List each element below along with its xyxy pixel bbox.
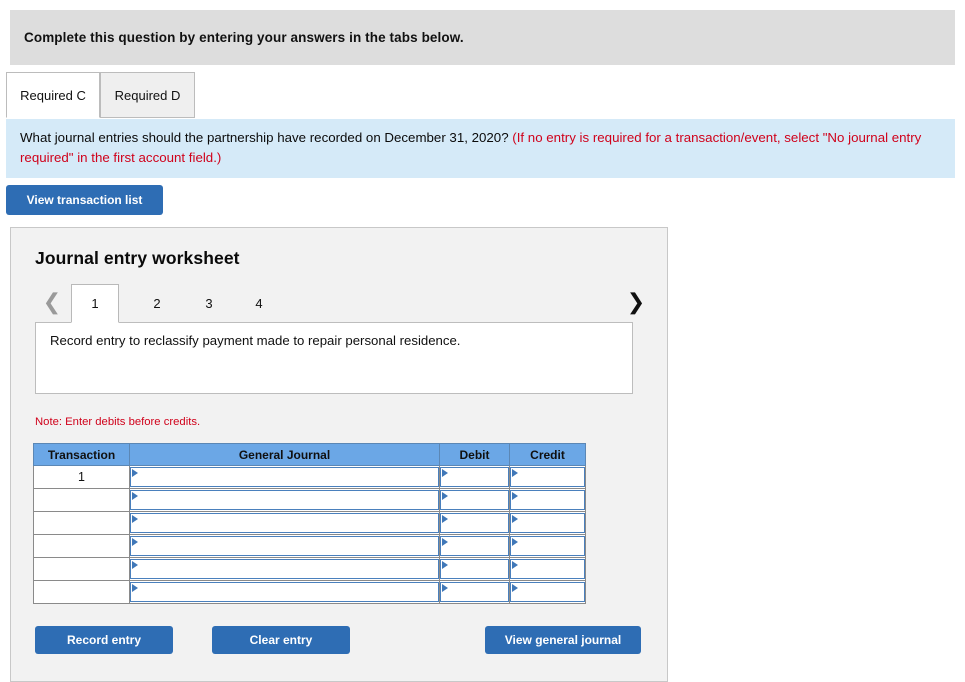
entry-description-text: Record entry to reclassify payment made … bbox=[50, 333, 461, 348]
tab-required-d-label: Required D bbox=[114, 87, 181, 103]
transaction-number-cell: 1 bbox=[33, 465, 130, 489]
worksheet-pager: ❮ 1 2 3 4 ❯ bbox=[11, 284, 667, 323]
account-select-input[interactable] bbox=[130, 582, 439, 602]
table-row: 1 bbox=[33, 465, 586, 489]
transaction-number-cell bbox=[33, 488, 130, 512]
question-panel: What journal entries should the partners… bbox=[6, 119, 955, 178]
debit-input[interactable] bbox=[440, 467, 509, 487]
journal-entry-worksheet-panel: Journal entry worksheet ❮ 1 2 3 4 ❯ Reco… bbox=[10, 227, 668, 682]
column-header-credit: Credit bbox=[509, 443, 586, 466]
debit-cell bbox=[439, 557, 510, 581]
clear-entry-button[interactable]: Clear entry bbox=[212, 626, 350, 654]
debit-input[interactable] bbox=[440, 536, 509, 556]
column-header-transaction: Transaction bbox=[33, 443, 130, 466]
table-row bbox=[33, 511, 586, 535]
account-select-input[interactable] bbox=[130, 490, 439, 510]
account-select-input[interactable] bbox=[130, 536, 439, 556]
debits-before-credits-note: Note: Enter debits before credits. bbox=[35, 416, 201, 428]
table-row bbox=[33, 557, 586, 581]
credit-cell bbox=[509, 534, 586, 558]
debit-cell bbox=[439, 465, 510, 489]
record-entry-button[interactable]: Record entry bbox=[35, 626, 173, 654]
credit-input[interactable] bbox=[510, 582, 585, 602]
debit-input[interactable] bbox=[440, 582, 509, 602]
worksheet-page-2-label: 2 bbox=[153, 295, 161, 311]
general-journal-cell bbox=[129, 511, 440, 535]
debit-cell bbox=[439, 534, 510, 558]
debit-input[interactable] bbox=[440, 559, 509, 579]
debit-input[interactable] bbox=[440, 490, 509, 510]
credit-input[interactable] bbox=[510, 490, 585, 510]
account-select-input[interactable] bbox=[130, 513, 439, 533]
worksheet-page-3[interactable]: 3 bbox=[185, 284, 233, 322]
credit-cell bbox=[509, 488, 586, 512]
worksheet-page-4-label: 4 bbox=[255, 295, 263, 311]
worksheet-page-3-label: 3 bbox=[205, 295, 213, 311]
credit-cell bbox=[509, 557, 586, 581]
debit-cell bbox=[439, 580, 510, 604]
transaction-number-cell bbox=[33, 557, 130, 581]
question-prompt: What journal entries should the partners… bbox=[20, 130, 513, 145]
worksheet-page-1-label: 1 bbox=[91, 296, 99, 311]
general-journal-cell bbox=[129, 557, 440, 581]
debit-cell bbox=[439, 511, 510, 535]
transaction-number-cell bbox=[33, 511, 130, 535]
chevron-right-icon[interactable]: ❯ bbox=[623, 288, 649, 318]
column-header-debit: Debit bbox=[439, 443, 510, 466]
credit-input[interactable] bbox=[510, 559, 585, 579]
view-transaction-list-button[interactable]: View transaction list bbox=[6, 185, 163, 215]
general-journal-cell bbox=[129, 465, 440, 489]
debit-input[interactable] bbox=[440, 513, 509, 533]
account-select-input[interactable] bbox=[130, 559, 439, 579]
requirement-tabs: Required C Required D bbox=[0, 72, 965, 120]
debit-cell bbox=[439, 488, 510, 512]
tab-required-d[interactable]: Required D bbox=[100, 72, 195, 118]
credit-cell bbox=[509, 511, 586, 535]
general-journal-table: Transaction General Journal Debit Credit… bbox=[33, 443, 586, 604]
view-general-journal-button[interactable]: View general journal bbox=[485, 626, 641, 654]
worksheet-page-4[interactable]: 4 bbox=[235, 284, 283, 322]
table-header-row: Transaction General Journal Debit Credit bbox=[33, 443, 586, 466]
table-row bbox=[33, 534, 586, 558]
credit-cell bbox=[509, 465, 586, 489]
account-select-input[interactable] bbox=[130, 467, 439, 487]
question-text: What journal entries should the partners… bbox=[20, 128, 941, 168]
credit-input[interactable] bbox=[510, 513, 585, 533]
table-row bbox=[33, 580, 586, 604]
worksheet-page-1[interactable]: 1 bbox=[71, 284, 119, 323]
worksheet-title: Journal entry worksheet bbox=[35, 248, 240, 268]
instruction-banner: Complete this question by entering your … bbox=[10, 10, 955, 65]
credit-cell bbox=[509, 580, 586, 604]
tab-required-c-label: Required C bbox=[20, 87, 86, 103]
general-journal-cell bbox=[129, 580, 440, 604]
credit-input[interactable] bbox=[510, 467, 585, 487]
entry-description-box: Record entry to reclassify payment made … bbox=[35, 322, 633, 394]
instruction-text: Complete this question by entering your … bbox=[24, 30, 464, 45]
general-journal-cell bbox=[129, 488, 440, 512]
worksheet-page-2[interactable]: 2 bbox=[133, 284, 181, 322]
table-row bbox=[33, 488, 586, 512]
credit-input[interactable] bbox=[510, 536, 585, 556]
tab-required-c[interactable]: Required C bbox=[6, 72, 100, 118]
column-header-general-journal: General Journal bbox=[129, 443, 440, 466]
transaction-number-cell bbox=[33, 580, 130, 604]
general-journal-cell bbox=[129, 534, 440, 558]
transaction-number-cell bbox=[33, 534, 130, 558]
chevron-left-icon[interactable]: ❮ bbox=[39, 288, 65, 318]
